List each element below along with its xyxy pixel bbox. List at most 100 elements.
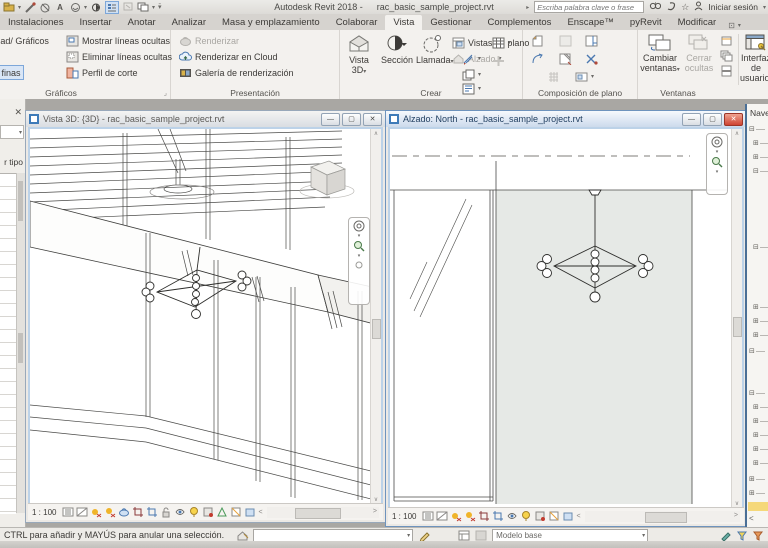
tab-gestionar[interactable]: Gestionar <box>422 15 479 30</box>
properties-scrollbar[interactable] <box>16 173 25 513</box>
worksets-dropdown[interactable]: ▾ <box>253 529 413 542</box>
thin-lines-icon[interactable] <box>105 1 119 14</box>
crop-view-icon[interactable] <box>132 506 144 518</box>
tab-colaborar[interactable]: Colaborar <box>328 15 386 30</box>
navigation-bar[interactable]: ▾ ▾ <box>348 217 370 305</box>
tab-enscape[interactable]: Enscape™ <box>559 15 621 30</box>
thin-lines-button[interactable]: Líneas finas <box>0 65 24 80</box>
tree-collapse-icon[interactable]: ⊟ <box>753 244 768 251</box>
tree-expand-icon[interactable]: ⊞ <box>753 318 768 325</box>
tab-pyrevit[interactable]: pyRevit <box>622 15 670 30</box>
temporary-hide-isolate-icon[interactable] <box>506 510 518 522</box>
tree-expand-icon[interactable]: ⊞ <box>749 490 765 497</box>
hide-analytical-model-icon[interactable] <box>216 506 228 518</box>
tree-expand-icon[interactable]: ⊞ <box>749 476 765 483</box>
zoom-dropdown-icon[interactable]: ▾ <box>358 253 361 259</box>
show-hidden-lines-button[interactable]: Mostrar líneas ocultas <box>66 34 170 47</box>
panel-label-presentacion[interactable]: Presentación <box>171 88 339 98</box>
ribbon-state-dropdown-icon[interactable]: ▾ <box>738 22 741 29</box>
undo-dropdown-icon[interactable]: ▾ <box>84 4 87 11</box>
remove-hidden-lines-button[interactable]: Eliminar líneas ocultas <box>66 50 172 63</box>
sun-path-icon[interactable] <box>450 510 462 522</box>
zoom-dropdown-icon[interactable]: ▾ <box>716 169 719 175</box>
panel-label-ventanas[interactable]: Ventanas <box>638 88 718 98</box>
viewport-elevation-window[interactable]: Alzado: North - rac_basic_sample_project… <box>385 110 747 527</box>
callout-button[interactable]: Llamada▾ <box>416 33 450 67</box>
tab-instalaciones[interactable]: Instalaciones <box>0 15 71 30</box>
favorites-star-icon[interactable]: ☆ <box>681 2 689 13</box>
worksharing-display-icon[interactable] <box>562 510 574 522</box>
revisions-icon[interactable] <box>531 52 544 65</box>
restore-icon[interactable]: ▢ <box>342 113 361 126</box>
navigation-bar[interactable]: ▾ ▾ <box>706 133 728 195</box>
scroll-down-icon[interactable]: ∨ <box>371 496 381 503</box>
schedules-icon[interactable]: ▾ <box>492 36 511 49</box>
tree-expand-icon[interactable]: ⊞ <box>753 332 768 339</box>
minimize-icon[interactable]: — <box>682 113 701 126</box>
reveal-hidden-elements-icon[interactable] <box>188 506 200 518</box>
viewport-3d-titlebar[interactable]: Vista 3D: {3D} - rac_basic_sample_projec… <box>26 111 385 127</box>
design-options-icon[interactable] <box>458 530 471 541</box>
replicate-window-icon[interactable] <box>720 34 733 47</box>
show-crop-region-icon[interactable] <box>146 506 158 518</box>
render-dialog-icon[interactable] <box>118 506 130 518</box>
edit-type-button[interactable]: r tipo <box>4 157 23 167</box>
viewport-elevation-hscrollbar[interactable]: > <box>585 511 740 522</box>
minimize-icon[interactable]: — <box>321 113 340 126</box>
search-icon[interactable] <box>649 1 661 13</box>
dialog-launcher-icon[interactable]: ⌟ <box>164 89 167 97</box>
view-3d-button[interactable]: Vista 3D▾ <box>342 33 376 77</box>
design-options-dropdown[interactable]: Modelo base ▾ <box>492 529 648 542</box>
guide-grid-icon[interactable] <box>559 52 572 65</box>
hscroll-left-icon[interactable]: < <box>576 513 580 520</box>
scroll-up-icon[interactable]: ∧ <box>732 130 742 137</box>
tree-collapse-icon[interactable]: ⊟ <box>749 348 765 355</box>
worksets-dropdown-icon[interactable]: ▾ <box>407 532 410 539</box>
aligned-dimension-icon[interactable] <box>39 2 51 13</box>
user-icon[interactable] <box>694 1 703 13</box>
tree-expand-icon[interactable]: ⊞ <box>753 432 768 439</box>
temporary-hide-isolate-icon[interactable] <box>174 506 186 518</box>
sign-in-dropdown-icon[interactable]: ▾ <box>763 4 766 11</box>
tree-expand-icon[interactable]: ⊞ <box>753 154 768 161</box>
tree-collapse-icon[interactable]: ⊟ <box>749 390 765 397</box>
steering-wheel-icon[interactable] <box>353 220 365 232</box>
viewport-elevation-canvas[interactable]: ▾ ▾ ∧ ∨ <box>388 127 744 510</box>
panel-label-crear[interactable]: Crear <box>340 88 522 98</box>
temporary-view-properties-icon[interactable] <box>202 506 214 518</box>
tree-expand-icon[interactable]: ⊞ <box>753 304 768 311</box>
properties-close-icon[interactable]: ✕ <box>14 107 22 118</box>
ribbon-state-icon[interactable]: ⊡ <box>728 21 735 30</box>
close-icon[interactable]: ✕ <box>724 113 743 126</box>
type-selector-dropdown-icon[interactable]: ▾ <box>19 129 22 136</box>
search-expand-icon[interactable]: ▸ <box>526 4 529 11</box>
crop-view-icon[interactable] <box>478 510 490 522</box>
scale-button[interactable]: 1 : 100 <box>392 512 416 521</box>
switch-windows-button[interactable]: Cambiar ventanas▾ <box>640 33 680 75</box>
switch-windows-dropdown-icon[interactable]: ▾ <box>152 4 155 11</box>
new-sheet-icon[interactable] <box>531 34 544 47</box>
title-block-icon[interactable] <box>585 34 598 47</box>
tab-anotar[interactable]: Anotar <box>120 15 164 30</box>
steering-wheel-icon[interactable] <box>711 136 723 148</box>
highlight-displacement-icon[interactable] <box>548 510 560 522</box>
tree-expand-icon[interactable]: ⊞ <box>753 404 768 411</box>
exclude-options-icon[interactable] <box>736 530 749 541</box>
panel-label-graficos[interactable]: Gráficos <box>0 88 170 98</box>
navbar-options-icon[interactable] <box>354 260 364 270</box>
tab-vista[interactable]: Vista <box>385 15 422 30</box>
wheel-dropdown-icon[interactable]: ▾ <box>716 149 719 155</box>
render-gallery-button[interactable]: Galería de renderización <box>179 66 294 79</box>
temporary-view-properties-icon[interactable] <box>534 510 546 522</box>
detail-level-icon[interactable] <box>422 510 434 522</box>
properties-table[interactable] <box>0 173 16 514</box>
viewport-elevation-vscrollbar[interactable]: ∧ ∨ <box>731 129 742 508</box>
show-crop-region-icon[interactable] <box>492 510 504 522</box>
reveal-hidden-elements-icon[interactable] <box>520 510 532 522</box>
sun-path-icon[interactable] <box>90 506 102 518</box>
viewport-3d-canvas[interactable]: ▾ ▾ ∧ ∨ <box>28 127 383 506</box>
viewports-icon[interactable]: ▾ <box>575 70 594 83</box>
shadows-icon[interactable] <box>104 506 116 518</box>
hscroll-right-icon[interactable]: > <box>734 512 738 519</box>
scroll-up-icon[interactable]: ∧ <box>371 130 381 137</box>
